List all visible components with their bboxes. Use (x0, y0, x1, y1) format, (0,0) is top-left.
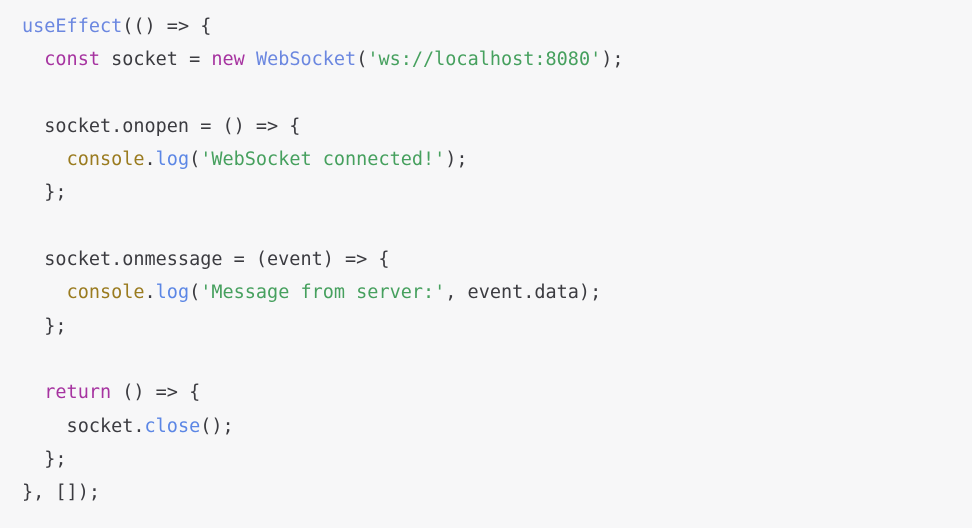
code-token-plain: . (144, 149, 156, 171)
code-line: socket.onopen = () => { (22, 110, 972, 143)
code-token-plain: ( (189, 282, 201, 304)
code-token-plain: , event.data); (445, 282, 602, 304)
code-token-plain: ); (445, 149, 468, 171)
code-token-plain: (); (200, 415, 234, 437)
code-token-plain: (() => { (122, 16, 212, 37)
code-line: socket.onmessage = (event) => { (22, 243, 972, 276)
code-block[interactable]: useEffect(() => { const socket = new Web… (0, 0, 972, 528)
code-token-method: log (155, 149, 190, 171)
code-line: const socket = new WebSocket('ws://local… (22, 43, 972, 76)
code-token-string: 'WebSocket connected!' (200, 149, 446, 171)
code-line: }; (22, 176, 972, 209)
code-token-object: console (66, 149, 145, 171)
code-token-plain: () => { (111, 382, 201, 404)
code-line: }; (22, 310, 972, 343)
code-line: }, []); (22, 476, 972, 509)
code-line: return () => { (22, 376, 972, 409)
code-lines-container: useEffect(() => { const socket = new Web… (22, 10, 972, 509)
code-token-string: 'Message from server:' (200, 282, 446, 304)
code-token-method: log (155, 282, 190, 304)
code-line (22, 343, 972, 376)
code-token-plain: socket.onopen = () => { (22, 115, 301, 137)
code-token-keyword: return (44, 382, 112, 404)
code-token-function: useEffect (22, 16, 123, 37)
code-line: socket.close(); (22, 410, 972, 443)
code-token-keyword: const (44, 49, 100, 71)
code-token-function: WebSocket (255, 49, 357, 71)
code-line: console.log('Message from server:', even… (22, 276, 972, 309)
code-token-plain: }; (22, 448, 67, 470)
code-line: }; (22, 443, 972, 476)
code-line: useEffect(() => { (22, 10, 972, 43)
code-token-plain: . (144, 282, 156, 304)
code-token-method: close (144, 415, 201, 437)
code-token-plain: ); (601, 49, 624, 71)
code-token-keyword: new (211, 49, 245, 71)
code-token-plain: }; (22, 182, 67, 204)
code-token-plain: ( (356, 49, 368, 71)
code-token-plain: }, []); (22, 482, 100, 504)
code-token-plain: socket = (99, 49, 212, 71)
code-token-plain: socket. (22, 415, 145, 437)
code-token-plain: socket.onmessage = (event) => { (22, 249, 390, 271)
code-line: console.log('WebSocket connected!'); (22, 143, 972, 176)
code-token-plain: ( (189, 149, 201, 171)
code-token-plain: }; (22, 315, 67, 337)
code-line (22, 210, 972, 243)
code-token-string: 'ws://localhost:8080' (367, 49, 602, 71)
code-line (22, 77, 972, 110)
code-token-object: console (66, 282, 145, 304)
